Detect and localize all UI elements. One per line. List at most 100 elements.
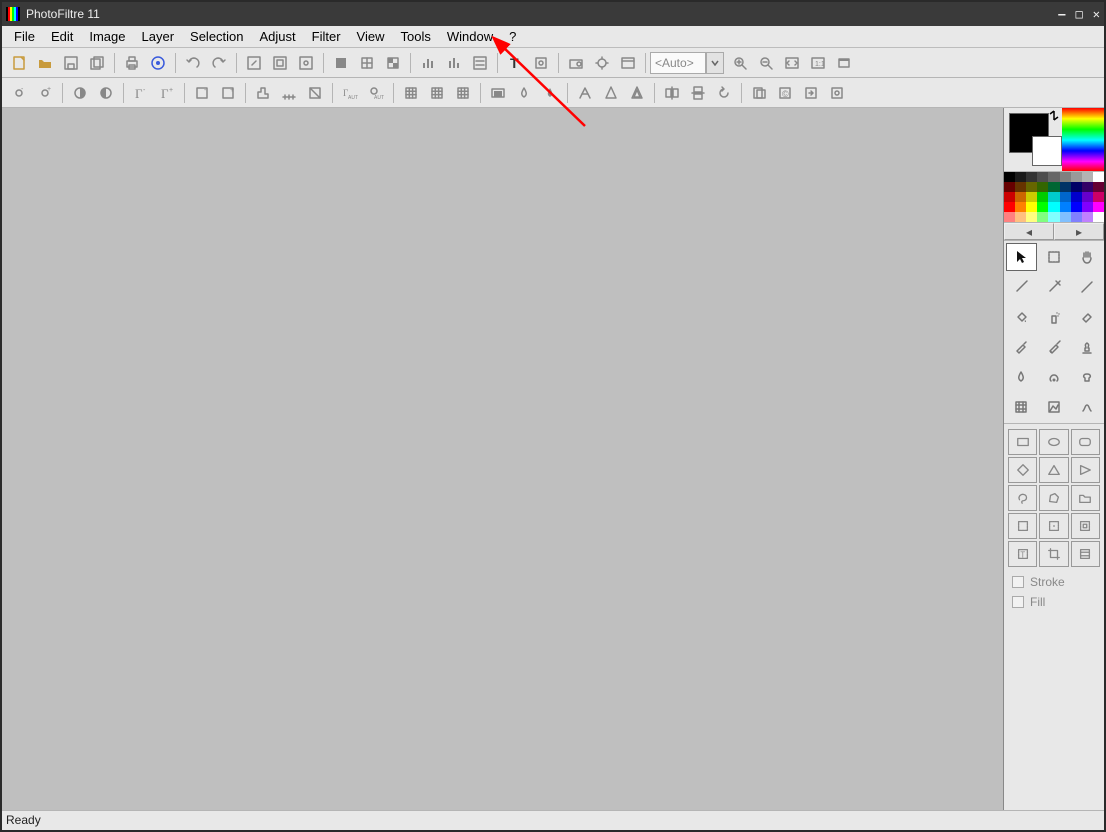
shape-roundrect[interactable] [1071, 429, 1100, 455]
stamp-tool[interactable] [1071, 333, 1102, 361]
grayscale-button[interactable] [303, 81, 327, 105]
swatch[interactable] [1037, 192, 1048, 202]
swatch[interactable] [1082, 202, 1093, 212]
swatch-prev-button[interactable]: ◂ [1004, 223, 1054, 240]
shape-crop[interactable] [1039, 541, 1068, 567]
swatch[interactable] [1093, 192, 1104, 202]
outline-button[interactable] [599, 81, 623, 105]
swatch[interactable] [1071, 172, 1082, 182]
contrast-auto-button[interactable]: AUTO [364, 81, 388, 105]
explorer-button[interactable] [564, 51, 588, 75]
swatch[interactable] [1082, 192, 1093, 202]
selection-tool[interactable] [1039, 243, 1070, 271]
close-button[interactable]: ✕ [1093, 7, 1100, 21]
zoom-fit-button[interactable] [780, 51, 804, 75]
rotate-cw-button[interactable] [747, 81, 771, 105]
swatch[interactable] [1037, 202, 1048, 212]
shape-poly[interactable] [1039, 485, 1068, 511]
shape-marq1[interactable] [1008, 513, 1037, 539]
swatch[interactable] [1071, 212, 1082, 222]
menu-help[interactable]: ? [501, 26, 524, 47]
swatch[interactable] [1004, 202, 1015, 212]
shape-folder[interactable] [1071, 485, 1100, 511]
new-button[interactable] [7, 51, 31, 75]
zoom-in-button[interactable] [728, 51, 752, 75]
minimize-button[interactable]: — [1058, 7, 1065, 21]
gamma-plus-button[interactable]: Γ+ [155, 81, 179, 105]
imagesize-button[interactable] [242, 51, 266, 75]
histogram-button[interactable] [251, 81, 275, 105]
copyright-button[interactable]: © [773, 81, 797, 105]
brightness-minus-button[interactable]: - [7, 81, 31, 105]
menu-view[interactable]: View [349, 26, 393, 47]
shape-ellipse[interactable] [1039, 429, 1068, 455]
transparency-button[interactable] [381, 51, 405, 75]
contrast-minus-button[interactable] [68, 81, 92, 105]
color-picker[interactable] [1004, 108, 1062, 171]
export-icon-button[interactable] [825, 81, 849, 105]
save-button[interactable] [59, 51, 83, 75]
blur-tool[interactable] [1006, 363, 1037, 391]
levels-button[interactable] [277, 81, 301, 105]
rotate-ccw-button[interactable] [712, 81, 736, 105]
antialias-button[interactable] [573, 81, 597, 105]
shape-diamond[interactable] [1008, 457, 1037, 483]
sat-minus-button[interactable]: - [190, 81, 214, 105]
swatch-next-button[interactable]: ▸ [1054, 223, 1104, 240]
open-button[interactable] [33, 51, 57, 75]
swatch[interactable] [1071, 192, 1082, 202]
menu-window[interactable]: Window [439, 26, 501, 47]
text-button[interactable]: T [503, 51, 527, 75]
preferences-button[interactable] [616, 51, 640, 75]
maximize-button[interactable]: □ [1076, 7, 1083, 21]
shape-marq3[interactable] [1071, 513, 1100, 539]
zoom-dropdown-button[interactable] [706, 52, 724, 74]
drop-button[interactable] [512, 81, 536, 105]
swatch[interactable] [1015, 202, 1026, 212]
swatch[interactable] [1093, 212, 1104, 222]
swatch[interactable] [1015, 212, 1026, 222]
swap-colors-button[interactable] [1048, 110, 1060, 125]
swatch[interactable] [1060, 192, 1071, 202]
menu-layer[interactable]: Layer [134, 26, 183, 47]
zoom-select[interactable]: <Auto> [650, 52, 706, 74]
zoom-out-button[interactable] [754, 51, 778, 75]
swatch[interactable] [1060, 212, 1071, 222]
swatch[interactable] [1026, 182, 1037, 192]
blur-button[interactable] [451, 81, 475, 105]
swatch[interactable] [1048, 192, 1059, 202]
swatch[interactable] [1037, 212, 1048, 222]
outline2-button[interactable] [625, 81, 649, 105]
fill-option[interactable]: Fill [1004, 595, 1104, 609]
flip-h-button[interactable] [660, 81, 684, 105]
eraser-tool[interactable] [1071, 303, 1102, 331]
clone-tool[interactable] [1071, 363, 1102, 391]
undo-button[interactable] [181, 51, 205, 75]
retouch-tool[interactable] [1071, 393, 1102, 421]
fullscreen-button[interactable] [832, 51, 856, 75]
swatch[interactable] [1004, 212, 1015, 222]
swatch[interactable] [1015, 192, 1026, 202]
swatch[interactable] [1037, 172, 1048, 182]
menu-tools[interactable]: Tools [393, 26, 439, 47]
rgb-button[interactable] [329, 51, 353, 75]
hand-tool[interactable] [1071, 243, 1102, 271]
canvassize-button[interactable] [268, 51, 292, 75]
export-button[interactable] [799, 81, 823, 105]
shape-triangle-r[interactable] [1071, 457, 1100, 483]
swatch[interactable] [1093, 182, 1104, 192]
swatch[interactable] [1060, 182, 1071, 192]
shape-triangle[interactable] [1039, 457, 1068, 483]
art-tool[interactable] [1039, 393, 1070, 421]
adv-brush-tool[interactable] [1039, 333, 1070, 361]
swatch[interactable] [1048, 202, 1059, 212]
swatch[interactable] [1048, 212, 1059, 222]
details-button[interactable] [468, 51, 492, 75]
swatch[interactable] [1026, 212, 1037, 222]
relief-button[interactable] [486, 81, 510, 105]
background-color[interactable] [1032, 136, 1062, 166]
swatch[interactable] [1082, 212, 1093, 222]
swatch[interactable] [1071, 182, 1082, 192]
indexed-button[interactable] [355, 51, 379, 75]
dust-button[interactable] [399, 81, 423, 105]
